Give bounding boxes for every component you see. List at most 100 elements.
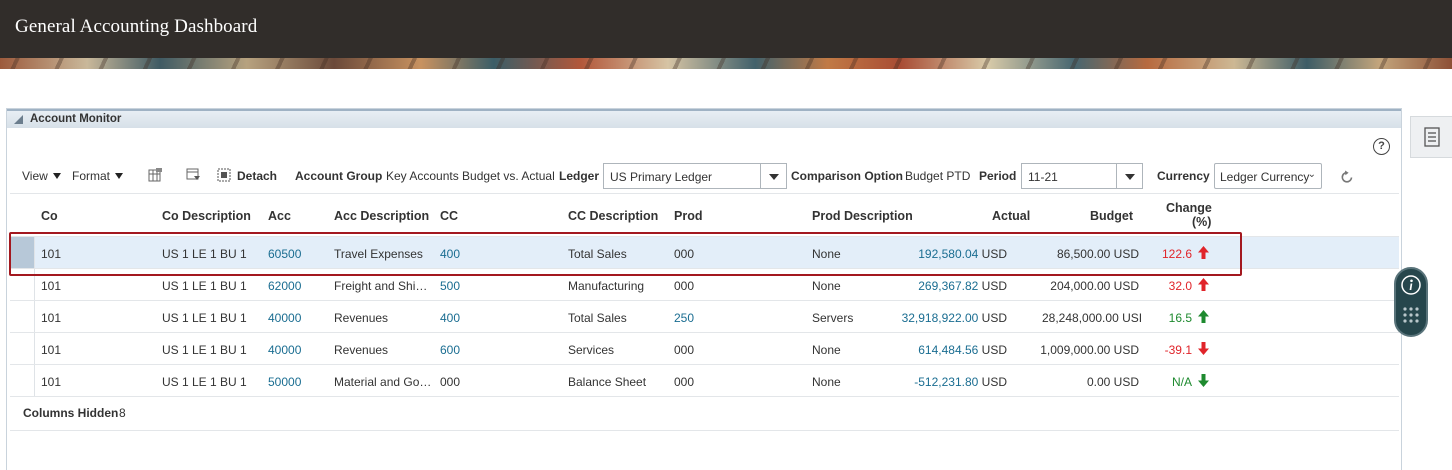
column-header-co-description[interactable]: Co Description bbox=[162, 209, 251, 223]
row-header[interactable] bbox=[10, 365, 35, 396]
cell-acc-description: Freight and Shi… bbox=[334, 279, 428, 293]
actual-currency: USD bbox=[981, 311, 1007, 325]
account-group-label: Account Group bbox=[295, 169, 383, 183]
cell-budget: 0.00 USD bbox=[1086, 375, 1139, 389]
trend-up-icon bbox=[1197, 277, 1210, 292]
columns-hidden-count: 8 bbox=[119, 406, 126, 420]
column-header-cc[interactable]: CC bbox=[440, 209, 458, 223]
cell-change: 16.5 bbox=[1168, 311, 1192, 325]
cell-cc-link[interactable]: 600 bbox=[440, 343, 460, 357]
column-header-acc[interactable]: Acc bbox=[268, 209, 291, 223]
column-header-co[interactable]: Co bbox=[41, 209, 58, 223]
table-header-row: Co Co Description Acc Acc Description CC… bbox=[10, 193, 1399, 236]
cell-co: 101 bbox=[41, 343, 62, 357]
trend-up-icon bbox=[1197, 309, 1210, 324]
column-header-budget[interactable]: Budget bbox=[1090, 209, 1133, 223]
cell-cc-description: Balance Sheet bbox=[568, 375, 647, 389]
cell-actual: 614,484.56 USD bbox=[918, 343, 1007, 357]
help-icon[interactable]: ? bbox=[1373, 138, 1390, 155]
cell-prod-description: None bbox=[812, 279, 841, 293]
format-menu[interactable]: Format bbox=[72, 169, 124, 183]
view-menu[interactable]: View bbox=[22, 169, 61, 183]
cell-co: 101 bbox=[41, 375, 62, 389]
cell-co-description: US 1 LE 1 BU 1 bbox=[162, 279, 247, 293]
actual-currency: USD bbox=[981, 279, 1007, 293]
column-header-actual[interactable]: Actual bbox=[992, 209, 1030, 223]
wrap-icon[interactable] bbox=[186, 168, 201, 182]
account-group-value: Key Accounts Budget vs. Actual bbox=[386, 169, 555, 183]
chevron-down-icon[interactable] bbox=[1116, 164, 1142, 188]
table-row[interactable]: 101 US 1 LE 1 BU 1 40000 Revenues 600 Se… bbox=[10, 332, 1399, 364]
period-label: Period bbox=[979, 169, 1017, 183]
panel-header[interactable]: Account Monitor bbox=[7, 109, 1401, 128]
cell-acc-link[interactable]: 40000 bbox=[268, 311, 301, 325]
cell-co-description: US 1 LE 1 BU 1 bbox=[162, 343, 247, 357]
cell-prod-description: Servers bbox=[812, 311, 854, 325]
comparison-option-value: Budget PTD bbox=[905, 169, 971, 183]
panel-title: Account Monitor bbox=[30, 113, 122, 125]
comparison-option-label: Comparison Option bbox=[791, 169, 903, 183]
freeze-icon[interactable] bbox=[148, 168, 163, 182]
cell-acc-link[interactable]: 50000 bbox=[268, 375, 301, 389]
chevron-down-icon: ⌄ bbox=[1307, 169, 1316, 180]
info-widget[interactable] bbox=[1394, 267, 1428, 337]
document-icon bbox=[1424, 127, 1440, 150]
row-header[interactable] bbox=[10, 333, 35, 364]
detach-button[interactable]: Detach bbox=[237, 169, 277, 183]
column-header-cc-description[interactable]: CC Description bbox=[568, 209, 658, 223]
dots-grid-icon[interactable] bbox=[1402, 306, 1420, 327]
cell-prod: 000 bbox=[674, 375, 695, 389]
chevron-down-icon[interactable] bbox=[760, 164, 786, 188]
cell-budget: 28,248,000.00 USI bbox=[1042, 311, 1142, 325]
side-panel-tab[interactable] bbox=[1410, 116, 1452, 158]
cell-prod: 000 bbox=[674, 279, 695, 293]
cell-cc-link[interactable]: 400 bbox=[440, 311, 460, 325]
actual-amount-link[interactable]: 614,484.56 bbox=[918, 343, 978, 357]
period-select[interactable]: 11-21 bbox=[1021, 163, 1143, 189]
column-header-prod[interactable]: Prod bbox=[674, 209, 702, 223]
cell-acc-link[interactable]: 62000 bbox=[268, 279, 301, 293]
trend-down-icon bbox=[1197, 341, 1210, 356]
row-header[interactable] bbox=[10, 301, 35, 332]
app-header: General Accounting Dashboard bbox=[0, 0, 1452, 58]
collapse-triangle-icon[interactable] bbox=[14, 115, 23, 124]
column-header-acc-description[interactable]: Acc Description bbox=[334, 209, 429, 223]
cell-prod: 000 bbox=[674, 343, 695, 357]
currency-select[interactable]: Ledger Currency ⌄ bbox=[1214, 163, 1322, 189]
cell-prod-link[interactable]: 250 bbox=[674, 311, 694, 325]
page-title: General Accounting Dashboard bbox=[15, 16, 258, 37]
cell-prod-description: None bbox=[812, 375, 841, 389]
chevron-down-icon bbox=[52, 173, 61, 179]
actual-amount-link[interactable]: -512,231.80 bbox=[914, 375, 978, 389]
ledger-select[interactable]: US Primary Ledger bbox=[603, 163, 787, 189]
table-row[interactable]: 101 US 1 LE 1 BU 1 40000 Revenues 400 To… bbox=[10, 300, 1399, 332]
format-menu-label: Format bbox=[72, 169, 111, 183]
chevron-down-icon bbox=[115, 173, 124, 179]
actual-amount-link[interactable]: 32,918,922.00 bbox=[902, 311, 979, 325]
cell-change: 32.0 bbox=[1168, 279, 1192, 293]
column-header-change[interactable]: Change bbox=[1166, 201, 1212, 215]
column-header-prod-description[interactable]: Prod Description bbox=[812, 209, 913, 223]
cell-acc-link[interactable]: 40000 bbox=[268, 343, 301, 357]
cell-budget: 1,009,000.00 USD bbox=[1040, 343, 1139, 357]
table-row[interactable]: 101 US 1 LE 1 BU 1 50000 Material and Go… bbox=[10, 364, 1399, 396]
refresh-icon[interactable] bbox=[1340, 170, 1354, 184]
detach-icon[interactable] bbox=[217, 168, 232, 182]
cell-cc-link[interactable]: 500 bbox=[440, 279, 460, 293]
cell-actual: 269,367.82 USD bbox=[918, 279, 1007, 293]
cell-change: -39.1 bbox=[1164, 343, 1192, 357]
currency-select-value: Ledger Currency bbox=[1220, 170, 1310, 184]
cell-acc-description: Revenues bbox=[334, 311, 389, 325]
cell-change: N/A bbox=[1171, 375, 1192, 389]
table-footer: Columns Hidden 8 bbox=[10, 396, 1399, 430]
ledger-label: Ledger bbox=[559, 169, 600, 183]
cell-budget: 204,000.00 USD bbox=[1050, 279, 1139, 293]
actual-amount-link[interactable]: 269,367.82 bbox=[918, 279, 978, 293]
cell-co: 101 bbox=[41, 311, 62, 325]
cell-actual: -512,231.80 USD bbox=[914, 375, 1007, 389]
cell-co: 101 bbox=[41, 279, 62, 293]
cell-acc-description: Material and Go… bbox=[334, 375, 432, 389]
info-icon[interactable] bbox=[1401, 275, 1421, 298]
actual-currency: USD bbox=[981, 343, 1007, 357]
cell-cc-description: Services bbox=[568, 343, 615, 357]
